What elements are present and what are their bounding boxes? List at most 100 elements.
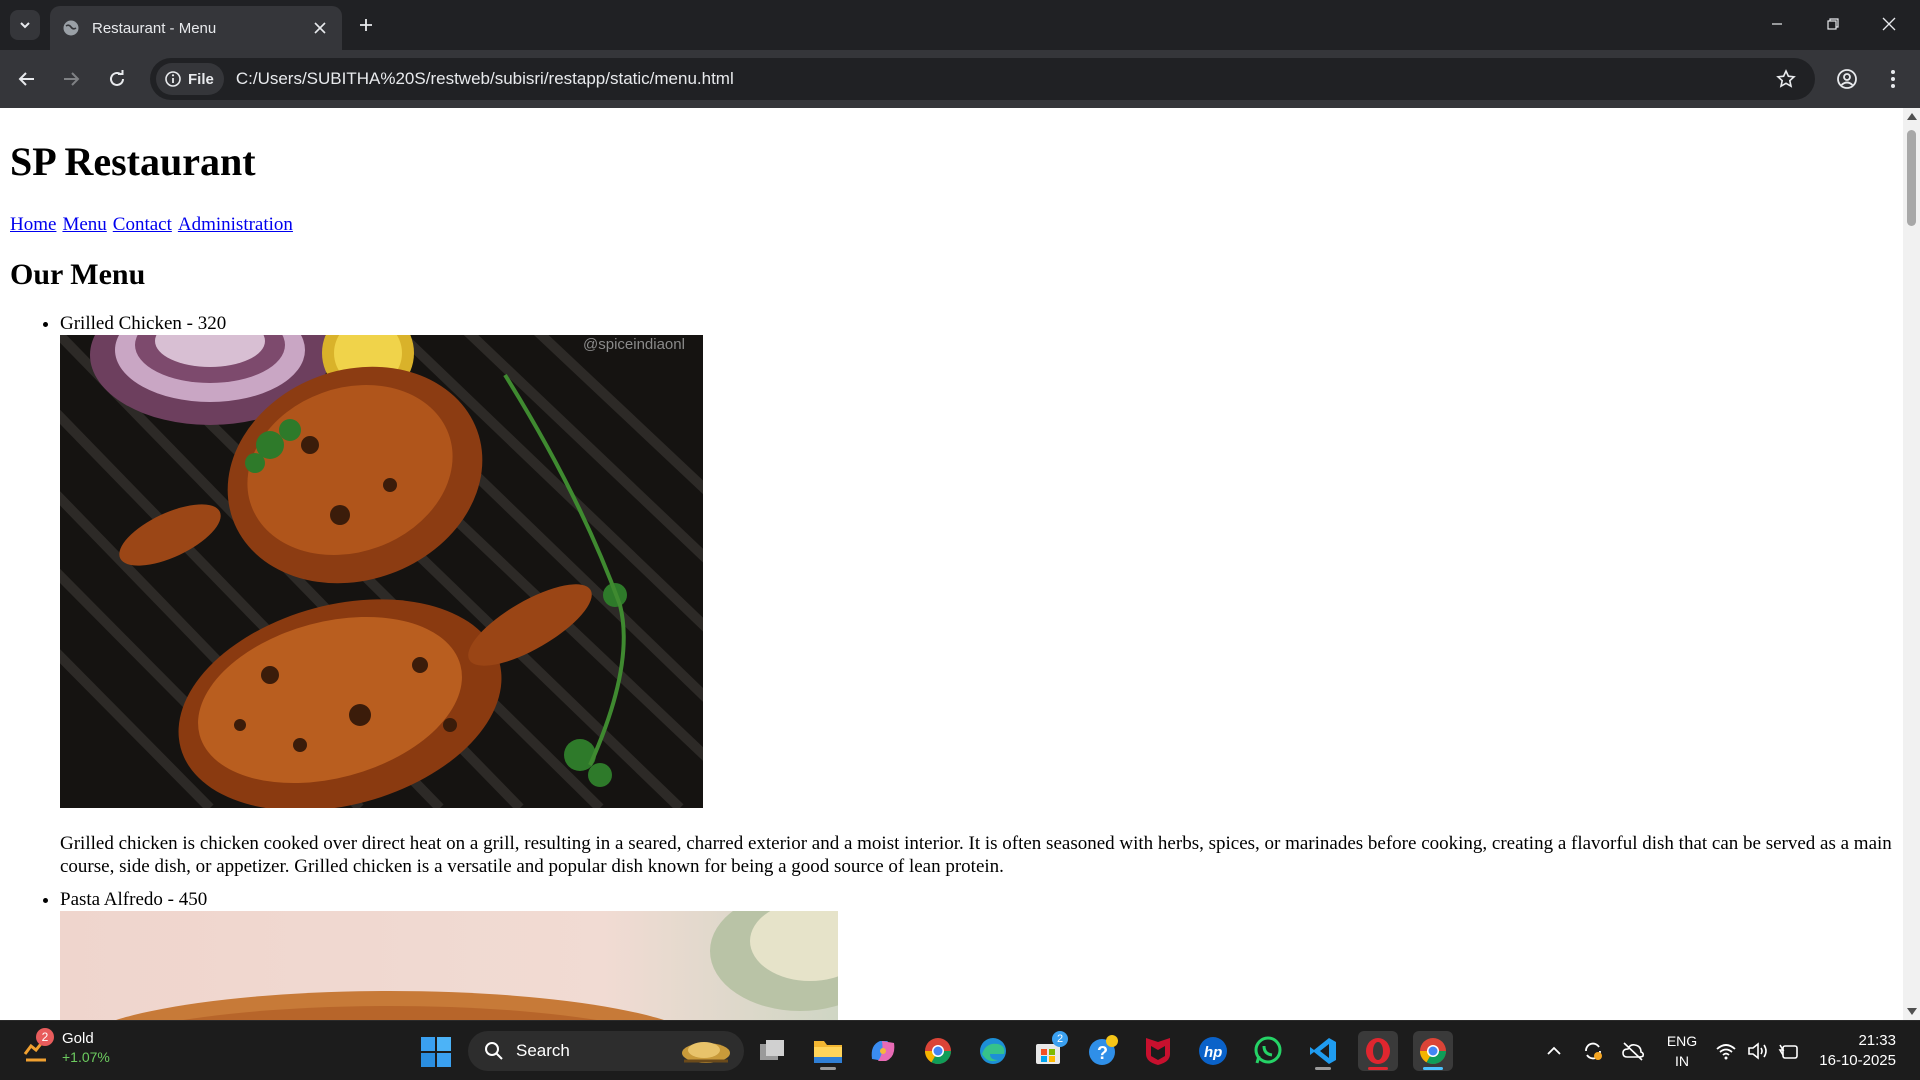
widget-badge: 2 — [36, 1028, 54, 1046]
pasta-alfredo-image — [60, 911, 838, 1020]
close-window-button[interactable] — [1866, 8, 1912, 40]
folder-icon — [814, 1041, 842, 1063]
page-viewport: SP Restaurant Home Menu Contact Administ… — [0, 108, 1903, 1020]
nav-link-administration[interactable]: Administration — [178, 214, 293, 235]
wifi-icon — [1716, 1044, 1736, 1060]
restore-icon — [1827, 18, 1839, 30]
search-label: Search — [516, 1041, 570, 1060]
nav-link-menu[interactable]: Menu — [62, 214, 106, 235]
arrow-left-icon — [18, 72, 34, 86]
network-tray[interactable] — [1712, 1021, 1740, 1080]
forward-button[interactable] — [56, 64, 86, 94]
site-info-chip[interactable]: File — [156, 63, 224, 95]
tab-search-button[interactable] — [10, 10, 40, 40]
globe-icon — [62, 19, 80, 37]
bookmark-star-icon[interactable] — [1771, 64, 1801, 94]
scroll-down-arrow-icon[interactable] — [1907, 1008, 1917, 1015]
scrollbar-thumb[interactable] — [1907, 130, 1916, 226]
svg-text:?: ? — [1097, 1043, 1108, 1063]
browser-tab-strip: Restaurant - Menu — [0, 0, 1920, 50]
widget-label: Gold — [62, 1030, 94, 1047]
menu-item-description: Grilled chicken is chicken cooked over d… — [60, 833, 1892, 877]
sync-icon — [1585, 1042, 1602, 1060]
address-bar[interactable]: File C:/Users/SUBITHA%20S/restweb/subisr… — [150, 58, 1815, 100]
widget-change: +1.07% — [62, 1049, 110, 1065]
speaker-icon — [1748, 1042, 1767, 1060]
show-hidden-icons-button[interactable] — [1540, 1021, 1568, 1080]
svg-text:hp: hp — [1204, 1044, 1222, 1061]
reload-button[interactable] — [102, 64, 132, 94]
browser-tab[interactable]: Restaurant - Menu — [50, 6, 342, 50]
sync-tray[interactable] — [1578, 1021, 1608, 1080]
taskbar-mcafee[interactable] — [1138, 1031, 1178, 1071]
tab-title: Restaurant - Menu — [92, 19, 217, 37]
hp-logo-icon: hp — [1199, 1037, 1227, 1065]
reload-icon — [110, 70, 124, 86]
nav-link-home[interactable]: Home — [10, 214, 56, 235]
account-icon — [1837, 69, 1857, 89]
market-widget[interactable]: 2 Gold +1.07% — [22, 1028, 110, 1067]
lang-bottom: IN — [1675, 1053, 1689, 1069]
running-indicator — [1368, 1067, 1388, 1070]
volume-tray[interactable] — [1744, 1021, 1772, 1080]
arrow-right-icon — [64, 72, 80, 86]
browser-menu-button[interactable] — [1878, 64, 1908, 94]
chrome-icon — [1419, 1038, 1447, 1065]
grilled-chicken-image: @spiceindiaonl — [60, 335, 703, 808]
taskbar-clock[interactable]: 21:33 16-10-2025 — [1818, 1031, 1896, 1071]
menu-item: Pasta Alfredo - 450 — [60, 888, 1893, 1020]
page-scrollbar[interactable] — [1903, 108, 1920, 1020]
gold-chart-icon: 2 — [22, 1028, 54, 1062]
new-tab-button[interactable] — [352, 11, 380, 39]
running-indicator — [1315, 1067, 1331, 1070]
taskbar-copilot[interactable] — [863, 1031, 903, 1071]
search-icon — [485, 1042, 503, 1060]
taskbar-chrome[interactable] — [918, 1031, 958, 1071]
taskbar-vscode[interactable] — [1303, 1031, 1343, 1071]
menu-item-name: Grilled Chicken - 320 — [60, 313, 227, 334]
taskbar-opera[interactable] — [1358, 1031, 1398, 1071]
onedrive-tray[interactable] — [1618, 1021, 1648, 1080]
help-icon: ? — [1089, 1035, 1118, 1065]
scroll-up-arrow-icon[interactable] — [1907, 113, 1917, 120]
taskbar-store[interactable]: 2 — [1028, 1031, 1068, 1071]
close-icon — [1882, 17, 1896, 31]
windows-logo-icon — [421, 1037, 451, 1067]
restore-button[interactable] — [1810, 8, 1856, 40]
battery-charging-icon — [1778, 1044, 1798, 1059]
taskbar-edge[interactable] — [973, 1031, 1013, 1071]
back-button[interactable] — [12, 64, 42, 94]
url-text[interactable]: C:/Users/SUBITHA%20S/restweb/subisri/res… — [236, 69, 1771, 89]
nav-link-contact[interactable]: Contact — [113, 214, 172, 235]
search-highlight-icon — [682, 1042, 730, 1063]
windows-taskbar: 2 Gold +1.07% Search 2 ? hp ENG IN 21:33… — [0, 1020, 1920, 1080]
close-tab-icon[interactable] — [310, 18, 330, 38]
taskbar-file-explorer[interactable] — [808, 1031, 848, 1071]
chevron-up-icon — [1547, 1046, 1561, 1055]
battery-tray[interactable] — [1774, 1021, 1802, 1080]
start-button[interactable] — [420, 1036, 452, 1068]
lang-top: ENG — [1666, 1033, 1698, 1049]
minimize-icon — [1772, 23, 1782, 25]
menu-heading: Our Menu — [10, 258, 146, 291]
more-vertical-icon — [1891, 70, 1895, 88]
site-nav: Home Menu Contact Administration — [10, 214, 1893, 236]
profile-button[interactable] — [1832, 64, 1862, 94]
taskbar-hp[interactable]: hp — [1193, 1031, 1233, 1071]
taskbar-get-help[interactable]: ? — [1083, 1031, 1123, 1071]
running-indicator — [1423, 1067, 1443, 1070]
chrome-icon — [924, 1038, 952, 1065]
menu-item-name: Pasta Alfredo - 450 — [60, 889, 208, 910]
running-indicator — [820, 1067, 836, 1070]
input-language[interactable]: ENG IN — [1664, 1031, 1700, 1071]
taskbar-chrome-active[interactable] — [1413, 1031, 1453, 1071]
clock-time: 21:33 — [1858, 1032, 1896, 1049]
taskbar-search[interactable]: Search — [468, 1031, 744, 1071]
taskbar-task-view[interactable] — [753, 1031, 793, 1071]
store-badge: 2 — [1052, 1031, 1068, 1047]
copilot-icon — [871, 1041, 895, 1061]
clock-date: 16-10-2025 — [1819, 1052, 1896, 1069]
minimize-button[interactable] — [1754, 8, 1800, 40]
taskbar-whatsapp[interactable] — [1248, 1031, 1288, 1071]
chevron-down-icon — [20, 22, 30, 29]
